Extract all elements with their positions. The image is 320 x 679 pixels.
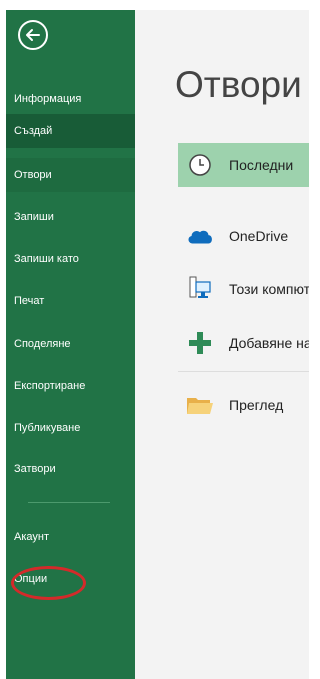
nav-item-label: Запиши: [14, 211, 54, 223]
nav-item-label: Създай: [14, 125, 53, 137]
nav-item-label: Отвори: [14, 169, 52, 181]
location-onedrive[interactable]: OneDrive: [178, 214, 309, 258]
location-label: Последни: [229, 157, 294, 173]
location-label: Този компютър: [229, 281, 309, 297]
back-button[interactable]: [18, 20, 48, 50]
nav-item-label: Споделяне: [14, 338, 71, 350]
nav-item-export[interactable]: Експортиране: [6, 369, 135, 403]
location-add-place[interactable]: Добавяне на място: [178, 321, 309, 365]
nav-item-label: Затвори: [14, 463, 56, 475]
nav-item-label: Опции: [14, 573, 48, 585]
nav-item-label: Публикуване: [14, 422, 81, 434]
page-title: Отвори: [175, 64, 302, 105]
nav-item-publish[interactable]: Публикуване: [6, 411, 135, 445]
nav-divider: [28, 502, 110, 503]
location-label: Преглед: [229, 397, 284, 413]
nav-item-info[interactable]: Информация: [6, 82, 135, 116]
nav-item-new[interactable]: Създай: [6, 114, 135, 148]
nav-item-print[interactable]: Печат: [6, 284, 135, 318]
plus-icon: [186, 329, 214, 357]
computer-icon: [186, 275, 214, 303]
nav-item-open[interactable]: Отвори: [6, 158, 135, 192]
nav-item-label: Акаунт: [14, 531, 49, 543]
nav-item-save-as[interactable]: Запиши като: [6, 242, 135, 276]
clock-icon: [186, 151, 214, 179]
location-label: OneDrive: [229, 228, 289, 244]
cloud-icon: [186, 222, 214, 250]
folder-icon: [186, 391, 214, 419]
nav-item-label: Информация: [14, 93, 82, 105]
nav-item-options[interactable]: Опции: [6, 562, 135, 596]
location-label: Добавяне на място: [229, 335, 309, 351]
location-separator: [178, 371, 309, 372]
nav-item-label: Печат: [14, 295, 45, 307]
location-browse[interactable]: Преглед: [178, 383, 309, 427]
nav-item-save[interactable]: Запиши: [6, 200, 135, 234]
nav-item-share[interactable]: Споделяне: [6, 327, 135, 361]
nav-item-label: Запиши като: [14, 253, 79, 265]
backstage-sidebar: Информация Създай Отвори Запиши Запиши к…: [6, 10, 135, 679]
nav-item-account[interactable]: Акаунт: [6, 520, 135, 554]
location-this-pc[interactable]: Този компютър: [178, 267, 309, 311]
nav-item-close[interactable]: Затвори: [6, 452, 135, 486]
arrow-left-icon: [26, 29, 40, 41]
nav-item-label: Експортиране: [14, 380, 86, 392]
location-recent[interactable]: Последни: [178, 143, 309, 187]
